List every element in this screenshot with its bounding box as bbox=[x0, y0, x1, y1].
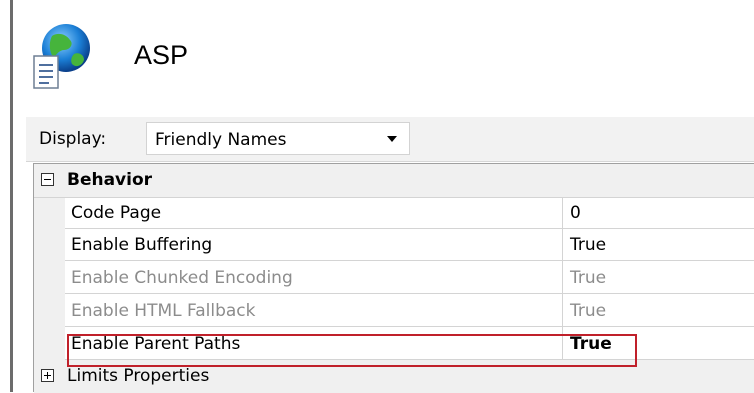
property-row-enable-buffering[interactable]: Enable Buffering True bbox=[65, 229, 754, 261]
display-mode-select[interactable]: Friendly Names bbox=[146, 122, 410, 155]
property-name: Enable Parent Paths bbox=[71, 334, 241, 354]
category-label: Limits Properties bbox=[67, 366, 210, 386]
page-title: ASP bbox=[134, 40, 189, 70]
display-label: Display: bbox=[39, 129, 107, 149]
property-name: Enable Buffering bbox=[71, 235, 213, 255]
expand-toggle-icon[interactable] bbox=[41, 369, 54, 382]
property-name: Code Page bbox=[71, 203, 162, 223]
category-behavior[interactable]: Behavior bbox=[34, 164, 754, 198]
property-grid-gutter bbox=[34, 164, 65, 392]
property-value[interactable]: True bbox=[570, 235, 606, 255]
property-row-code-page[interactable]: Code Page 0 bbox=[65, 197, 754, 229]
property-value[interactable]: True bbox=[570, 301, 606, 321]
window-left-border bbox=[10, 0, 13, 392]
property-value[interactable]: 0 bbox=[570, 203, 581, 223]
display-toolbar: Display: Friendly Names bbox=[26, 117, 754, 162]
property-row-enable-chunked-encoding[interactable]: Enable Chunked Encoding True bbox=[65, 262, 754, 294]
property-value[interactable]: True bbox=[570, 268, 606, 288]
property-name: Enable Chunked Encoding bbox=[71, 268, 293, 288]
category-label: Behavior bbox=[67, 170, 153, 190]
asp-globe-document-icon bbox=[33, 24, 90, 89]
property-value[interactable]: True bbox=[570, 334, 612, 354]
property-name: Enable HTML Fallback bbox=[71, 301, 256, 321]
chevron-down-icon[interactable] bbox=[387, 136, 397, 142]
collapse-toggle-icon[interactable] bbox=[41, 173, 54, 186]
property-row-enable-html-fallback[interactable]: Enable HTML Fallback True bbox=[65, 295, 754, 327]
category-limits-properties[interactable]: Limits Properties bbox=[34, 360, 754, 393]
property-grid: Behavior Code Page 0 Enable Buffering Tr… bbox=[33, 163, 754, 393]
property-row-enable-parent-paths[interactable]: Enable Parent Paths True bbox=[65, 328, 754, 360]
display-mode-value: Friendly Names bbox=[155, 130, 287, 150]
